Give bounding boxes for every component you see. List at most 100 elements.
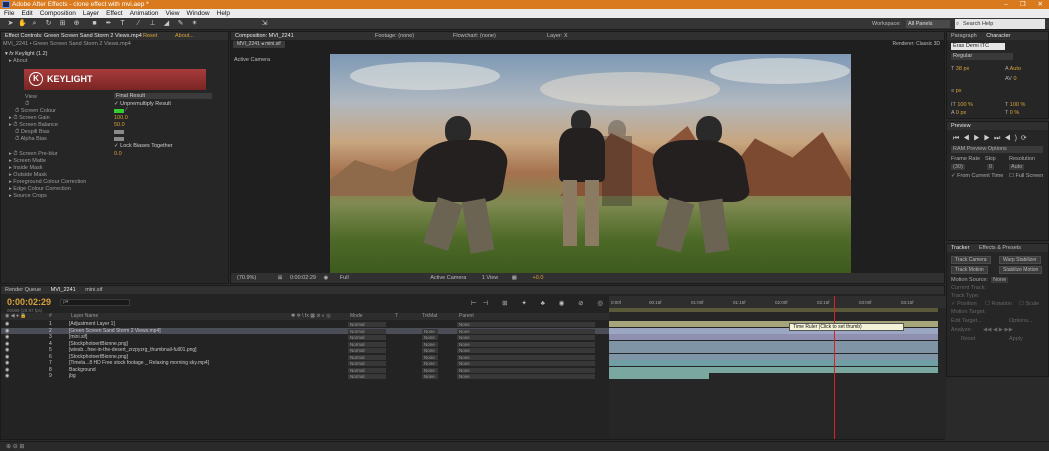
- from-current-time-checkbox[interactable]: ✓ From Current Time: [951, 173, 1003, 179]
- views-select[interactable]: 1 View: [482, 275, 498, 281]
- layer-mode-select[interactable]: Normal: [348, 348, 386, 353]
- close-button[interactable]: ✕: [1038, 0, 1043, 9]
- layer-parent-select[interactable]: None: [457, 341, 595, 347]
- vscale-value[interactable]: 100 %: [957, 102, 973, 108]
- tab-effect-controls[interactable]: Effect Controls: Green Screen Sand Storm…: [1, 33, 146, 39]
- stabilize-motion-button[interactable]: Stabilize Motion: [999, 266, 1043, 274]
- screen-balance-value[interactable]: 50.0: [114, 122, 125, 128]
- layer-mode-select[interactable]: Normal: [348, 335, 386, 340]
- text-tool-icon[interactable]: T: [118, 20, 127, 28]
- pen-tool-icon[interactable]: ✒: [104, 20, 113, 28]
- timeline-current-time[interactable]: 0:00:02:29: [7, 297, 51, 307]
- camera-select[interactable]: Active Camera: [430, 275, 466, 281]
- reset-link[interactable]: Reset: [139, 32, 161, 40]
- pan-behind-tool-icon[interactable]: ⊕: [72, 20, 81, 28]
- fg-colour-correction-group[interactable]: ▸ Foreground Colour Correction: [9, 179, 86, 185]
- current-time-display[interactable]: 0:00:02:29: [290, 275, 316, 281]
- grid-icon[interactable]: ⊞: [278, 275, 283, 281]
- menu-composition[interactable]: Composition: [40, 9, 76, 18]
- options-button[interactable]: Options...: [1009, 318, 1033, 324]
- outside-mask-group[interactable]: ▸ Outside Mask: [9, 172, 47, 178]
- inside-mask-group[interactable]: ▸ Inside Mask: [9, 165, 43, 171]
- layer-mode-select[interactable]: Normal: [348, 354, 386, 360]
- search-help-input[interactable]: ⌕ Search Help: [955, 19, 1045, 29]
- layer-duration-bar[interactable]: [609, 353, 938, 360]
- layer-trkmat-select[interactable]: None: [422, 348, 438, 353]
- screen-colour-swatch[interactable]: [114, 109, 124, 113]
- playhead-cti[interactable]: [834, 296, 835, 439]
- layer-parent-select[interactable]: None: [457, 361, 595, 366]
- playback-controls[interactable]: ⏮◀▶▶⏭◀)⟳: [953, 134, 1031, 143]
- edge-colour-correction-group[interactable]: ▸ Edge Colour Correction: [9, 186, 71, 192]
- lock-biases-checkbox[interactable]: ✓ Lock Biases Together: [114, 143, 173, 149]
- screen-matte-group[interactable]: ▸ Screen Matte: [9, 158, 46, 164]
- shape-tool-icon[interactable]: ■: [90, 20, 99, 28]
- ram-preview-options-select[interactable]: RAM Preview Options: [951, 146, 1043, 153]
- menu-help[interactable]: Help: [217, 9, 230, 18]
- stopwatch-icon[interactable]: ⏱: [25, 101, 29, 108]
- puppet-tool-icon[interactable]: ✶: [190, 20, 199, 28]
- layer-parent-select[interactable]: None: [457, 335, 595, 340]
- snapshot-icon[interactable]: ◉: [323, 275, 328, 281]
- track-camera-button[interactable]: Track Camera: [951, 256, 991, 264]
- layer-parent-select[interactable]: None: [457, 322, 595, 327]
- eraser-tool-icon[interactable]: ◢: [162, 20, 171, 28]
- layer-trkmat-select[interactable]: None: [422, 328, 438, 334]
- layer-parent-select[interactable]: None: [457, 348, 595, 353]
- tsume-value[interactable]: 0 %: [1010, 110, 1019, 116]
- tab-mvi-2241[interactable]: MVI_2241: [47, 287, 80, 293]
- exposure-value[interactable]: +0.0: [533, 275, 544, 281]
- tab-flowchart[interactable]: Flowchart: (none): [449, 32, 500, 40]
- workspace-select[interactable]: All Panels: [906, 20, 950, 28]
- menu-edit[interactable]: Edit: [21, 9, 32, 18]
- menu-effect[interactable]: Effect: [106, 9, 123, 18]
- motion-source-select[interactable]: None: [991, 277, 1009, 283]
- toggle-switches-icons[interactable]: ⊕ ⊖ ⊞: [6, 443, 24, 450]
- menu-layer[interactable]: Layer: [83, 9, 99, 18]
- tab-preview[interactable]: Preview: [947, 123, 975, 129]
- rotate-tool-icon[interactable]: ↻: [44, 20, 53, 28]
- resolution-select[interactable]: Auto: [1009, 164, 1025, 170]
- warp-stabilizer-button[interactable]: Warp Stabilizer: [999, 256, 1041, 264]
- scale-checkbox[interactable]: ☐ Scale: [1019, 301, 1039, 307]
- layer-trkmat-select[interactable]: None: [422, 354, 438, 360]
- layer-mode-select[interactable]: Normal: [348, 361, 386, 366]
- layer-trkmat-select[interactable]: None: [422, 341, 438, 347]
- screen-preblur-value[interactable]: 0.0: [114, 151, 122, 157]
- layer-trkmat-select[interactable]: None: [422, 367, 438, 373]
- layer-mode-select[interactable]: Normal: [348, 341, 386, 347]
- alpha-bias-swatch[interactable]: [114, 137, 124, 141]
- font-size-value[interactable]: 38 px: [956, 66, 969, 72]
- layer-duration-bar[interactable]: [609, 360, 938, 366]
- col-layer-name[interactable]: Layer Name: [71, 313, 98, 320]
- about-link[interactable]: About...: [171, 32, 198, 40]
- layer-duration-bar[interactable]: [609, 334, 938, 340]
- tab-paragraph[interactable]: Paragraph: [947, 33, 981, 39]
- layer-mode-select[interactable]: Normal: [348, 367, 386, 373]
- layer-parent-select[interactable]: None: [457, 374, 595, 379]
- composition-viewer[interactable]: [330, 54, 851, 274]
- time-ruler[interactable]: 0:00f 00:15f 01:00f 01:15f 02:00f 02:15f…: [609, 296, 946, 308]
- stroke-value[interactable]: px: [956, 88, 962, 94]
- layer-duration-bar[interactable]: [609, 340, 938, 347]
- layer-trkmat-select[interactable]: None: [422, 374, 438, 379]
- tab-footage[interactable]: Footage: (none): [371, 32, 418, 40]
- layer-trkmat-select[interactable]: None: [422, 335, 438, 340]
- tab-render-queue[interactable]: Render Queue: [1, 287, 45, 293]
- eyedropper-icon[interactable]: ⁄: [126, 107, 127, 113]
- hand-tool-icon[interactable]: ✋: [18, 20, 27, 28]
- layer-mode-select[interactable]: Normal: [348, 322, 386, 327]
- tab-effects-presets[interactable]: Effects & Presets: [975, 245, 1025, 251]
- apply-button[interactable]: Apply: [1009, 336, 1023, 342]
- hscale-value[interactable]: 100 %: [1010, 102, 1026, 108]
- timeline-graph-area[interactable]: 0:00f 00:15f 01:00f 01:15f 02:00f 02:15f…: [609, 296, 946, 439]
- layer-parent-select[interactable]: None: [457, 328, 595, 334]
- rotation-checkbox[interactable]: ☐ Rotation: [985, 301, 1012, 307]
- layer-parent-select[interactable]: None: [457, 367, 595, 373]
- position-checkbox[interactable]: ✓ Position: [951, 301, 977, 307]
- layer-parent-select[interactable]: None: [457, 354, 595, 360]
- frame-rate-select[interactable]: (30): [951, 164, 965, 170]
- keylight-effect-header[interactable]: ▾ fx Keylight (1.2): [5, 51, 48, 57]
- reset-button[interactable]: Reset: [961, 336, 975, 342]
- menu-animation[interactable]: Animation: [130, 9, 159, 18]
